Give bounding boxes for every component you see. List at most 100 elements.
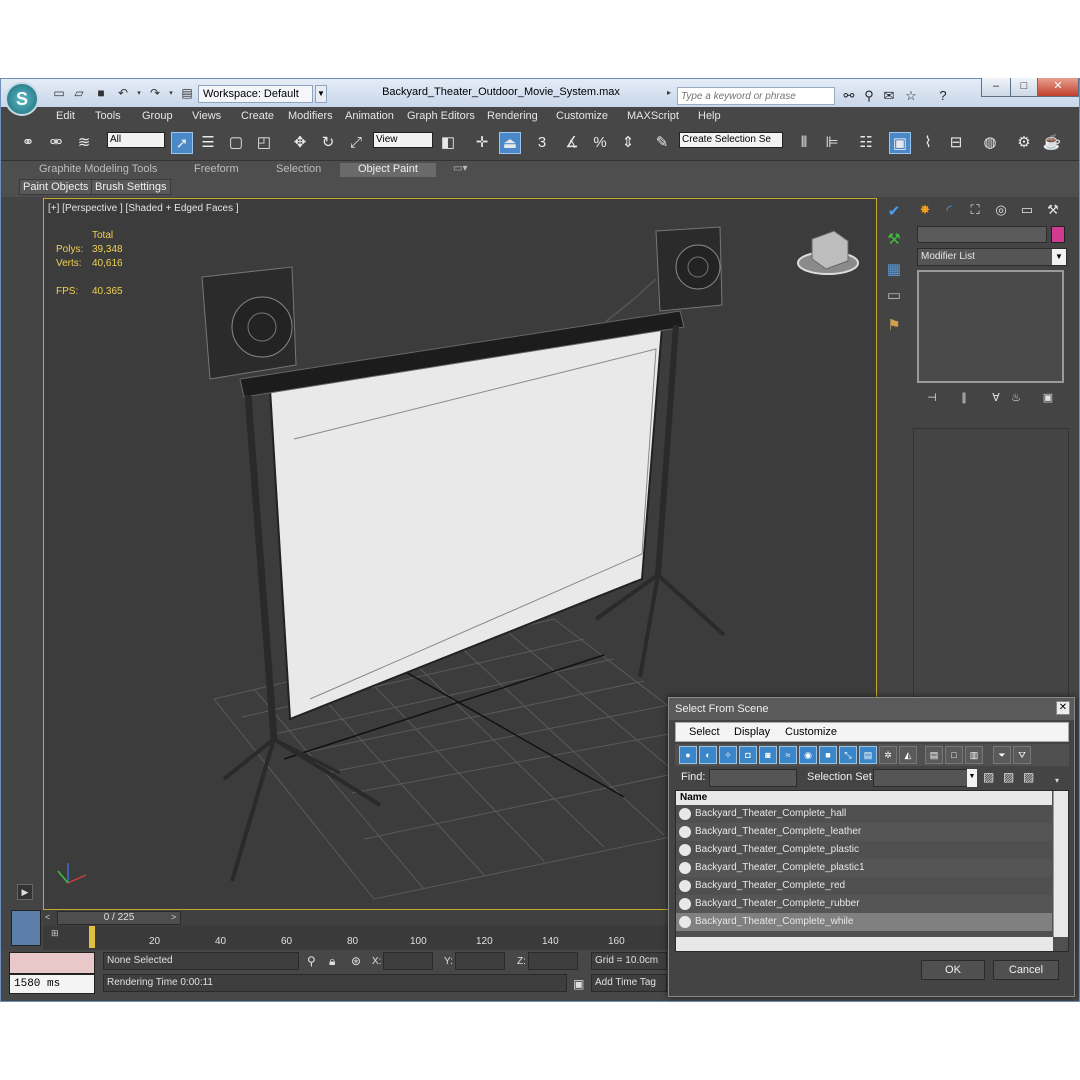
menu-rendering[interactable]: Rendering bbox=[487, 110, 538, 122]
menu-help[interactable]: Help bbox=[698, 110, 721, 122]
menu-modifiers[interactable]: Modifiers bbox=[288, 110, 333, 122]
schematic-view-icon[interactable]: ⊟ bbox=[945, 132, 967, 154]
unlink-icon[interactable]: ⚮ bbox=[45, 132, 67, 154]
align-icon[interactable]: ⊫ bbox=[821, 132, 843, 154]
time-slider-thumb[interactable]: 0 / 225 bbox=[57, 911, 181, 925]
filter-icon[interactable]: ⏷ bbox=[993, 746, 1011, 764]
curve-editor-icon[interactable]: ⌇ bbox=[917, 132, 939, 154]
display-containers-icon[interactable]: ▤ bbox=[859, 746, 877, 764]
window-crossing-icon[interactable]: ◰ bbox=[253, 132, 275, 154]
menu-create[interactable]: Create bbox=[241, 110, 274, 122]
display-spacewarps-icon[interactable]: ≈ bbox=[779, 746, 797, 764]
scale-icon[interactable]: ⤢ bbox=[345, 132, 367, 154]
close-button[interactable]: ✕ bbox=[1037, 78, 1079, 97]
exit-door-icon[interactable]: ⚑ bbox=[881, 314, 907, 338]
tab-graphite-modeling-tools[interactable]: Graphite Modeling Tools bbox=[39, 163, 157, 177]
open-file-icon[interactable]: ▱ bbox=[71, 86, 87, 101]
select-all-icon[interactable]: ▤ bbox=[925, 746, 943, 764]
mini-curve-editor-icon[interactable] bbox=[11, 910, 41, 946]
y-coordinate-field[interactable] bbox=[455, 952, 505, 970]
object-color-swatch[interactable] bbox=[1051, 226, 1065, 243]
list-item[interactable]: Backyard_Theater_Complete_rubber bbox=[676, 895, 1052, 913]
select-none-icon[interactable]: □ bbox=[945, 746, 963, 764]
menu-customize[interactable]: Customize bbox=[556, 110, 608, 122]
list-item[interactable]: Backyard_Theater_Complete_while bbox=[676, 913, 1052, 931]
menu-views[interactable]: Views bbox=[192, 110, 221, 122]
keyboard-shortcut-override-icon[interactable]: ⏏ bbox=[499, 132, 521, 154]
select-by-name-icon[interactable]: ☰ bbox=[197, 132, 219, 154]
chevron-down-icon[interactable]: ▼ bbox=[1052, 249, 1066, 265]
display-xrefs-icon[interactable]: ■ bbox=[819, 746, 837, 764]
list-horizontal-scrollbar[interactable] bbox=[676, 937, 1053, 951]
add-to-selection-set-icon[interactable]: ▨ bbox=[1003, 770, 1014, 784]
communication-icon[interactable]: ✉ bbox=[881, 88, 897, 104]
menu-maxscript[interactable]: MAXScript bbox=[627, 110, 679, 122]
search-input[interactable] bbox=[677, 87, 835, 105]
redo-icon[interactable]: ↷ bbox=[147, 86, 163, 101]
absolute-mode-icon[interactable]: ⊛ bbox=[351, 954, 361, 968]
modifier-list-dropdown[interactable]: Modifier List ▼ bbox=[917, 248, 1067, 266]
next-frame-icon[interactable]: > bbox=[171, 912, 176, 922]
named-selection-set-dropdown[interactable]: Create Selection Se bbox=[679, 132, 783, 148]
help-icon[interactable]: ? bbox=[935, 88, 951, 104]
menu-graph-editors[interactable]: Graph Editors bbox=[407, 110, 475, 122]
undo-dropdown-icon[interactable]: ▾ bbox=[131, 86, 147, 101]
rotate-icon[interactable]: ↻ bbox=[317, 132, 339, 154]
subtab-paint-objects[interactable]: Paint Objects bbox=[19, 179, 93, 195]
angle-snap-icon[interactable]: ∡ bbox=[561, 132, 583, 154]
tab-freeform[interactable]: Freeform bbox=[194, 163, 239, 177]
object-name-field[interactable] bbox=[917, 226, 1047, 243]
list-item[interactable]: Backyard_Theater_Complete_plastic1 bbox=[676, 859, 1052, 877]
list-vertical-scrollbar[interactable] bbox=[1053, 791, 1068, 937]
menu-tools[interactable]: Tools bbox=[95, 110, 121, 122]
motion-tab-icon[interactable]: ◎ bbox=[991, 200, 1011, 220]
status-check-icon[interactable]: ✔ bbox=[881, 200, 907, 224]
display-tab-icon[interactable]: ▭ bbox=[1017, 200, 1037, 220]
project-folder-icon[interactable]: ▤ bbox=[179, 86, 195, 101]
modify-tab-icon[interactable]: ◜ bbox=[939, 200, 959, 220]
modifier-stack[interactable] bbox=[917, 270, 1064, 383]
material-editor-icon[interactable]: ◍ bbox=[979, 132, 1001, 154]
configure-modifier-sets-icon[interactable]: ▣ bbox=[1039, 391, 1057, 407]
tab-selection[interactable]: Selection bbox=[276, 163, 321, 177]
menu-edit[interactable]: Edit bbox=[56, 110, 75, 122]
save-icon[interactable]: ■ bbox=[93, 86, 109, 101]
track-bar-toggle-icon[interactable]: ⊞ bbox=[51, 928, 59, 939]
select-object-icon[interactable]: ➚ bbox=[171, 132, 193, 154]
ok-button[interactable]: OK bbox=[921, 960, 985, 980]
select-manipulate-icon[interactable]: ✛ bbox=[471, 132, 493, 154]
list-item[interactable]: Backyard_Theater_Complete_hall bbox=[676, 805, 1052, 823]
add-time-tag-button[interactable]: Add Time Tag bbox=[591, 974, 667, 992]
x-coordinate-field[interactable] bbox=[383, 952, 433, 970]
menu-animation[interactable]: Animation bbox=[345, 110, 394, 122]
favorites-star-icon[interactable]: ☆ bbox=[903, 88, 919, 104]
select-invert-icon[interactable]: ▥ bbox=[965, 746, 983, 764]
time-tag-icon[interactable]: ▣ bbox=[573, 977, 584, 991]
selection-lock-icon[interactable]: 🔒︎ bbox=[329, 954, 335, 969]
display-helpers-icon[interactable]: ◙ bbox=[759, 746, 777, 764]
edit-named-selection-icon[interactable]: ✎ bbox=[651, 132, 673, 154]
show-end-result-icon[interactable]: ∥ bbox=[955, 391, 973, 407]
subtab-brush-settings[interactable]: Brush Settings bbox=[91, 179, 171, 195]
chevron-down-icon[interactable]: ▼ bbox=[967, 769, 977, 787]
dialog-menu-display[interactable]: Display bbox=[734, 726, 770, 738]
render-teapot-icon[interactable]: ☕ bbox=[1041, 132, 1063, 154]
find-input[interactable] bbox=[709, 769, 797, 787]
remove-modifier-icon[interactable]: ♨ bbox=[1007, 391, 1025, 407]
display-groups-icon[interactable]: ◉ bbox=[799, 746, 817, 764]
pin-stack-icon[interactable]: ⊣ bbox=[923, 391, 941, 407]
display-hidden-icon[interactable]: ◭ bbox=[899, 746, 917, 764]
dialog-title[interactable]: Select From Scene bbox=[669, 698, 1074, 720]
monitor-icon[interactable]: ▭ bbox=[881, 284, 907, 308]
viewport-label[interactable]: [+] [Perspective ] [Shaded + Edged Faces… bbox=[48, 203, 239, 214]
toolbar-overflow-icon[interactable]: ▾ bbox=[1055, 776, 1059, 785]
layer-manager-icon[interactable]: ☷ bbox=[855, 132, 877, 154]
list-item[interactable]: Backyard_Theater_Complete_leather bbox=[676, 823, 1052, 841]
render-setup-icon[interactable]: ⚙ bbox=[1013, 132, 1035, 154]
dialog-menu-select[interactable]: Select bbox=[689, 726, 720, 738]
dialog-menu-customize[interactable]: Customize bbox=[785, 726, 837, 738]
remove-from-selection-set-icon[interactable]: ▨ bbox=[1023, 770, 1034, 784]
ribbon-options-icon[interactable]: ▭▾ bbox=[453, 163, 467, 177]
display-cameras-icon[interactable]: ◘ bbox=[739, 746, 757, 764]
make-unique-icon[interactable]: ∀ bbox=[987, 391, 1005, 407]
